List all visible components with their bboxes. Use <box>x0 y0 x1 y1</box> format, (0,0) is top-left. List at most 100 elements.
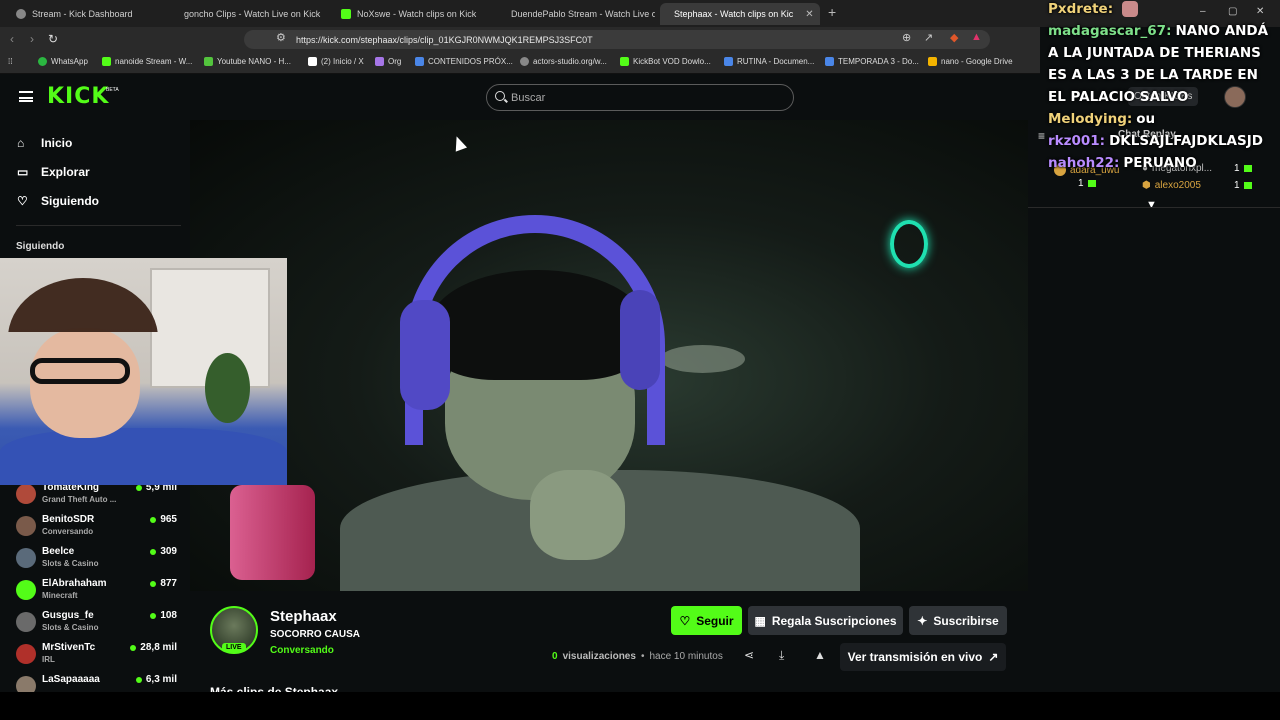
chat-username: nahoh22: <box>1048 155 1120 171</box>
bookmark-item[interactable]: TEMPORADA 3 - Do... <box>825 57 919 66</box>
brave-shield-icon[interactable]: ◆ <box>950 31 958 44</box>
divider <box>16 225 181 226</box>
beta-label: BETA <box>106 87 119 93</box>
search-icon <box>495 91 505 101</box>
watch-live-button[interactable]: Ver transmisión en vivo ↗ <box>840 643 1006 671</box>
stream-category[interactable]: Conversando <box>270 645 334 656</box>
sidebar-item-siguiendo[interactable]: ♡ Siguiendo <box>17 194 99 208</box>
channel-name[interactable]: Stephaax <box>270 608 337 625</box>
views-count: 0 <box>552 651 558 662</box>
stream-chat-overlay: Pxdrete: madagascar_67: NANO ANDÁ A LA JU… <box>1048 0 1280 175</box>
video-headset-cup <box>620 290 660 390</box>
browser-tab[interactable]: DuendePablo Stream - Watch Live on <box>497 3 655 25</box>
share-icon[interactable]: ↗ <box>924 31 933 44</box>
site-info-icon[interactable]: ⚙ <box>276 31 286 44</box>
reload-icon[interactable]: ↻ <box>48 32 58 46</box>
bookmark-item[interactable]: KickBot VOD Dowlo... <box>620 57 711 66</box>
subscribe-button[interactable]: ✦ Suscribirse <box>909 606 1007 635</box>
gift-icon: ▦ <box>754 613 766 628</box>
browser-tab[interactable]: NoXswe - Watch clips on Kick <box>333 3 491 25</box>
tab-label: DuendePablo Stream - Watch Live on <box>511 9 655 19</box>
viewer-count: 28,8 mil <box>130 642 177 653</box>
sidebar-item-label: Inicio <box>41 136 73 150</box>
following-item[interactable]: MrStivenTc IRL 28,8 mil <box>16 641 181 673</box>
video-player[interactable] <box>190 120 1028 591</box>
doc-icon <box>415 57 424 66</box>
forward-icon[interactable]: › <box>30 32 34 46</box>
leaderboard-entry[interactable]: ⬢ alexo2005 <box>1142 180 1201 191</box>
video-light <box>890 220 928 268</box>
time-ago: hace 10 minutos <box>649 651 723 662</box>
avatar <box>16 484 36 504</box>
bookmark-item[interactable]: RUTINA - Documen... <box>724 57 814 66</box>
avatar <box>16 612 36 632</box>
viewer-count: 965 <box>150 514 177 525</box>
url-input[interactable]: https://kick.com/stephaax/clips/clip_01K… <box>244 30 990 49</box>
chat-message: Melodying: ou <box>1048 108 1155 130</box>
following-item[interactable]: LaSapaaaaa 6,3 mil <box>16 673 181 692</box>
home-icon: ⌂ <box>17 136 25 150</box>
video-person-hair <box>430 270 645 380</box>
back-icon[interactable]: ‹ <box>10 32 14 46</box>
kick-logo[interactable]: KICK <box>47 84 109 109</box>
rewards-icon[interactable]: ▲ <box>971 31 982 43</box>
bookmark-item[interactable]: Org <box>375 57 401 66</box>
badge-icon: ⬢ <box>1142 180 1151 191</box>
bookmark-item[interactable]: actors-studio.org/w... <box>520 57 607 66</box>
chat-text: ou <box>1136 111 1156 127</box>
whatsapp-icon <box>38 57 47 66</box>
separator: • <box>640 651 645 662</box>
video-lamp <box>230 485 315 580</box>
webcam-shirt <box>0 428 287 485</box>
gift-subs-button[interactable]: ▦ Regala Suscripciones <box>748 606 903 635</box>
divider <box>1028 207 1280 208</box>
following-item[interactable]: Gusgus_fe Slots & Casino 108 <box>16 609 181 641</box>
following-item[interactable]: BenitoSDR Conversando 965 <box>16 513 181 545</box>
address-bar-row: ‹ › ↻ ⊡ https://kick.com/stephaax/clips/… <box>0 27 1040 52</box>
following-item[interactable]: ElAbrahaham Minecraft 877 <box>16 577 181 609</box>
download-icon[interactable]: ⤓ <box>779 648 784 663</box>
bookmark-item[interactable]: WhatsApp <box>38 57 88 66</box>
collapse-chat-icon[interactable]: ≡ <box>1038 129 1045 143</box>
drive-icon <box>928 57 937 66</box>
video-headset-cup <box>400 300 450 410</box>
star-icon: ✦ <box>917 613 928 628</box>
tab-label: goncho Clips - Watch Live on Kick <box>184 9 321 19</box>
bookmark-item[interactable]: CONTENIDOS PRÓX... <box>415 57 513 66</box>
bookmark-item[interactable]: nanoide Stream - W... <box>102 57 192 66</box>
browser-tab[interactable]: Stream - Kick Dashboard <box>8 3 166 25</box>
browser-tab[interactable]: goncho Clips - Watch Live on Kick <box>170 3 328 25</box>
report-icon[interactable]: ▲ <box>814 648 826 662</box>
live-dot <box>135 676 142 683</box>
x-icon <box>308 57 317 66</box>
leaderboard-count: 1 <box>1078 178 1096 189</box>
browser-tab-active[interactable]: Stephaax - Watch clips on Kic ✕ <box>660 3 820 25</box>
close-icon[interactable]: ✕ <box>805 9 813 20</box>
bookmark-item[interactable]: Youtube NANO - H... <box>204 57 291 66</box>
apps-icon[interactable]: ⁞⁞ <box>8 57 12 66</box>
sidebar-item-inicio[interactable]: ⌂ Inicio <box>17 136 72 150</box>
viewer-count: 108 <box>150 610 177 621</box>
viewer-count: 877 <box>150 578 177 589</box>
following-item[interactable]: TomateKing Grand Theft Auto ... 5,9 mil <box>16 481 181 513</box>
zoom-icon[interactable]: ⊕ <box>902 31 911 44</box>
bookmark-item[interactable]: nano - Google Drive <box>928 57 1013 66</box>
avatar <box>16 580 36 600</box>
sidebar-item-explorar[interactable]: ▭ Explorar <box>17 165 90 179</box>
following-item[interactable]: Beelce Slots & Casino 309 <box>16 545 181 577</box>
share-icon[interactable]: ⋖ <box>744 648 754 662</box>
chevron-down-icon[interactable]: ▼ <box>1146 199 1157 211</box>
new-tab-icon[interactable]: + <box>828 4 836 20</box>
avatar <box>16 676 36 692</box>
search-input[interactable]: Buscar <box>486 84 794 111</box>
menu-icon[interactable] <box>19 91 33 102</box>
more-clips-heading: Más clips de Stephaax <box>210 685 339 692</box>
kick-icon <box>620 57 629 66</box>
tab-label: NoXswe - Watch clips on Kick <box>357 9 477 19</box>
follow-button[interactable]: ♡ Seguir <box>671 606 742 635</box>
webcam-overlay <box>0 258 287 485</box>
chat-message: nahoh22: PERUANO <box>1048 152 1197 174</box>
tab-label: Stephaax - Watch clips on Kic <box>674 9 794 19</box>
live-dot <box>135 484 142 491</box>
bookmark-item[interactable]: (2) Inicio / X <box>308 57 364 66</box>
